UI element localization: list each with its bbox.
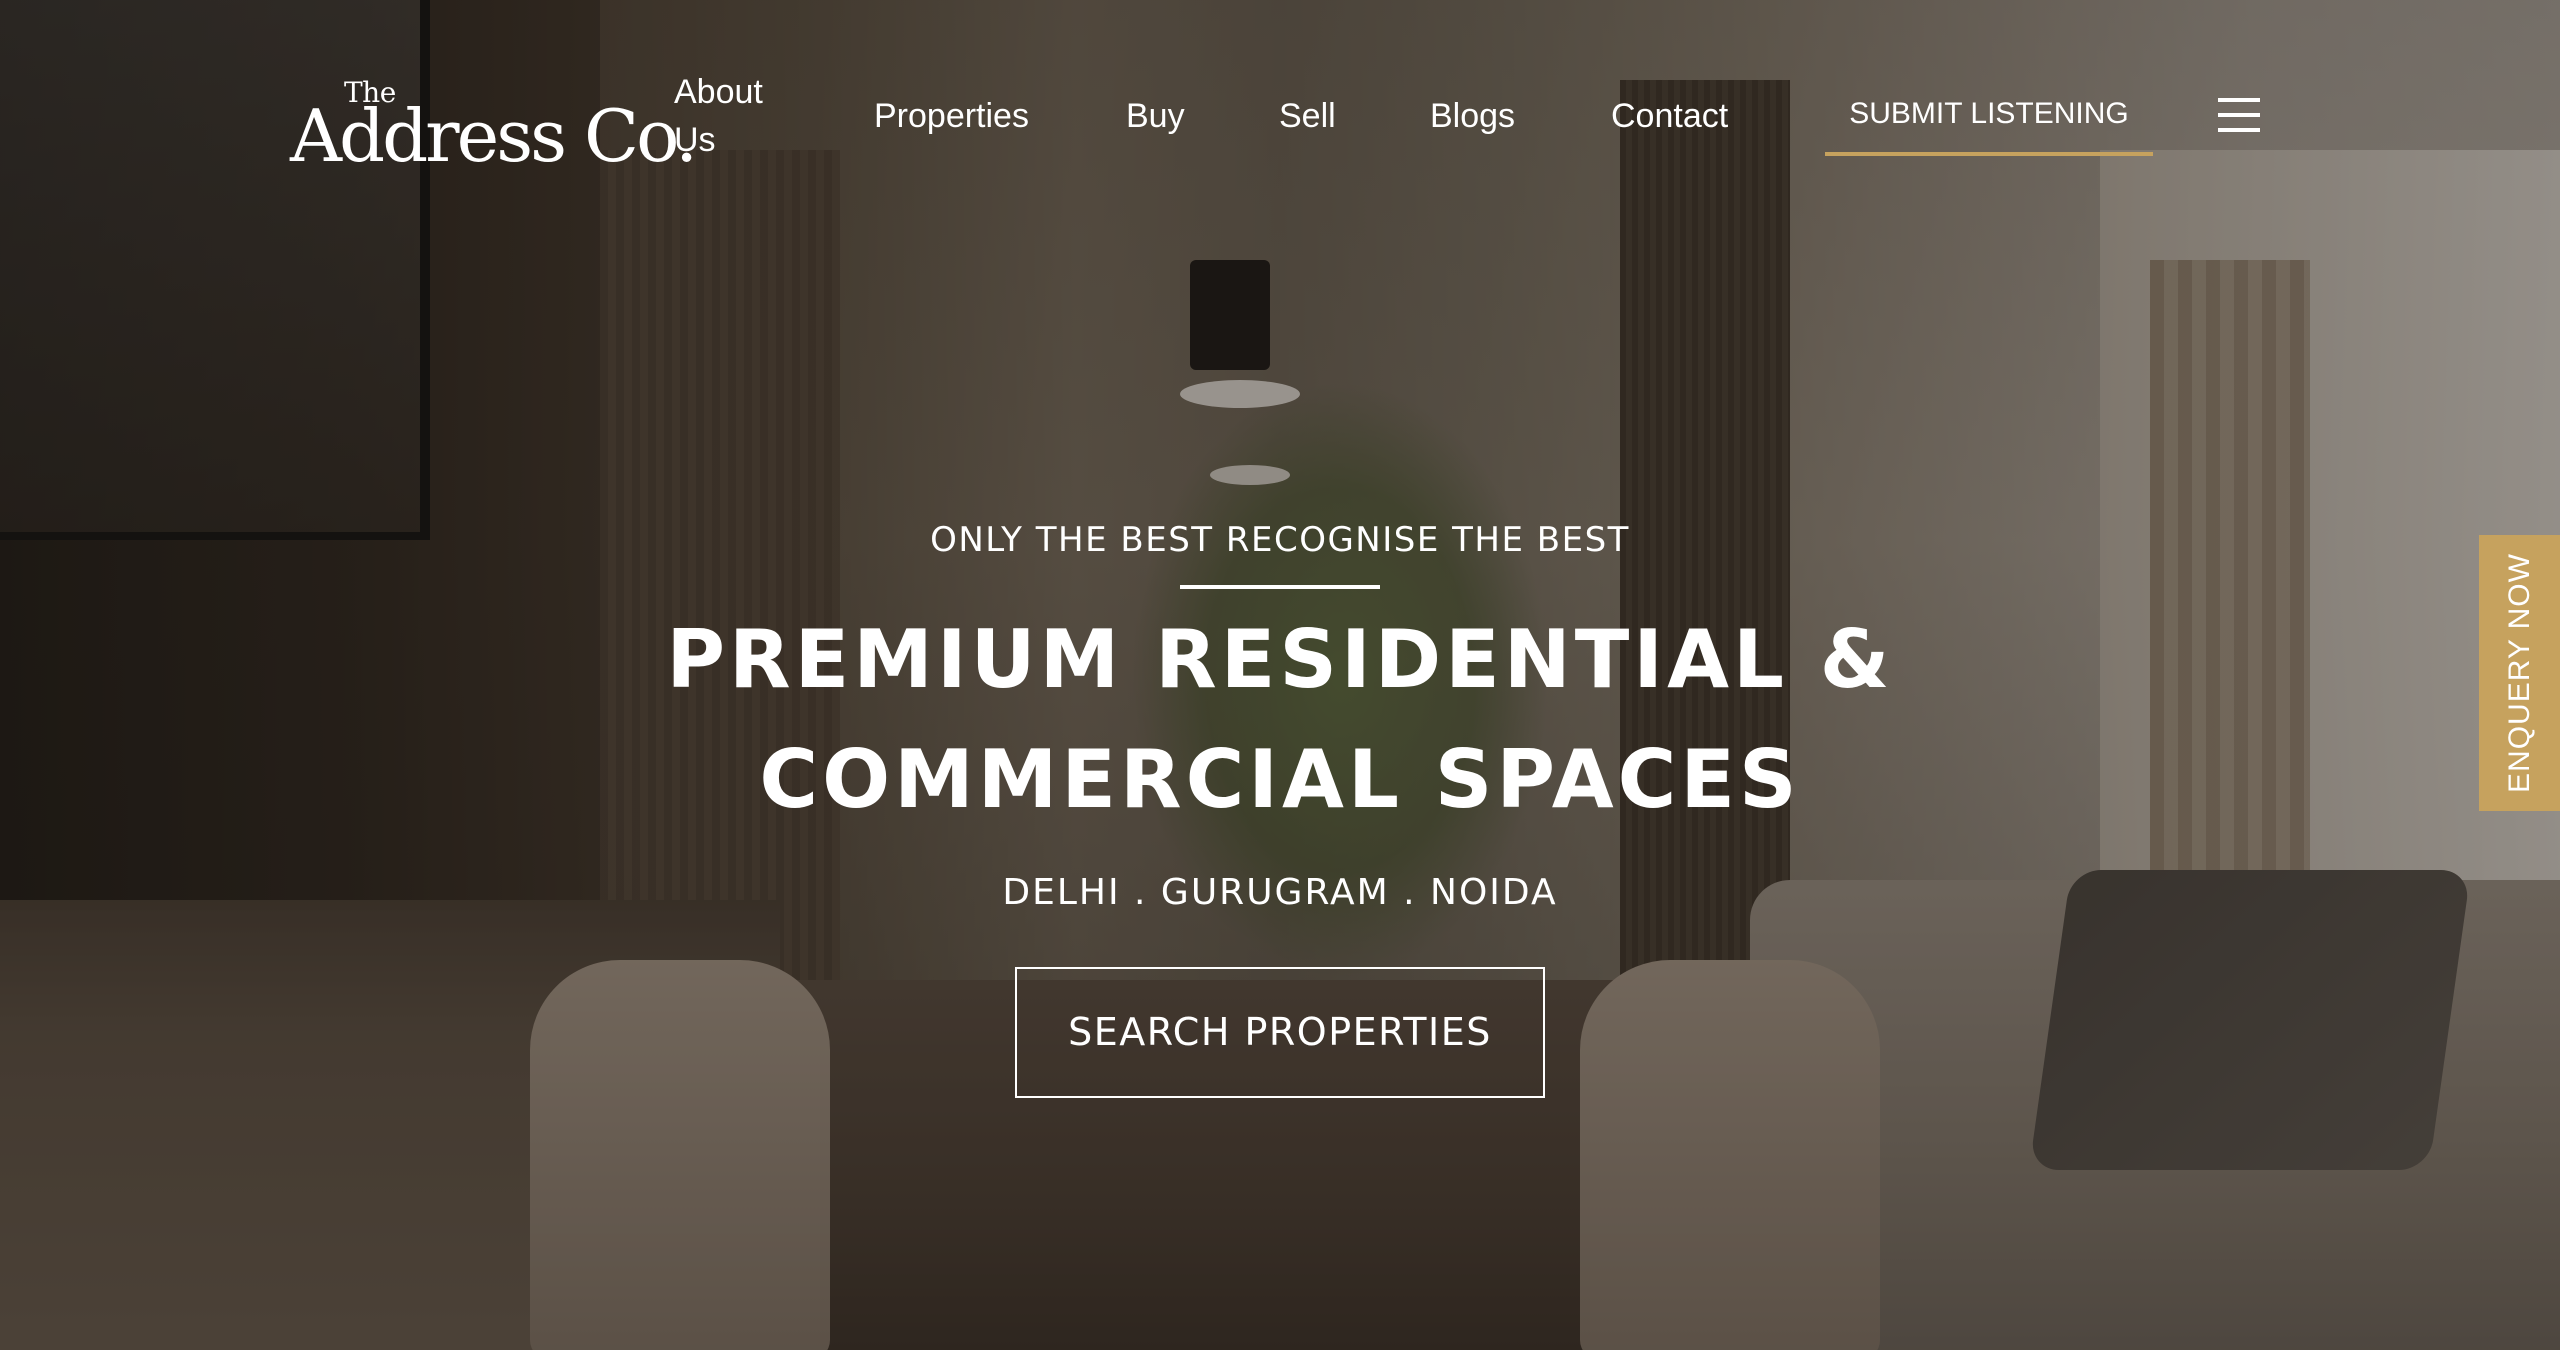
nav-link-contact[interactable]: Contact — [1611, 92, 1728, 140]
enquiry-now-tab[interactable]: ENQUERY NOW — [2479, 535, 2560, 811]
hero-cities: DELHI . GURUGRAM . NOIDA — [1002, 872, 1558, 913]
nav-link-properties[interactable]: Properties — [874, 92, 1029, 140]
enquiry-now-label: ENQUERY NOW — [2502, 553, 2536, 793]
search-properties-button[interactable]: SEARCH PROPERTIES — [1015, 967, 1545, 1098]
submit-listing-button[interactable]: SUBMIT LISTENING — [1825, 84, 2153, 156]
nav-link-sell[interactable]: Sell — [1279, 92, 1336, 140]
tagline-divider — [1180, 585, 1380, 589]
logo-main-text: Address Co. — [290, 94, 698, 178]
menu-bar-top — [2218, 98, 2260, 102]
hero-section: The Address Co. About Us Properties Buy … — [0, 0, 2560, 1350]
nav-link-about-us[interactable]: About Us — [674, 68, 794, 164]
menu-bar-middle — [2218, 113, 2260, 117]
headline-line-2: COMMERCIAL SPACES — [759, 733, 1801, 826]
hamburger-menu-icon[interactable] — [2218, 98, 2260, 132]
hero-tagline: ONLY THE BEST RECOGNISE THE BEST — [930, 520, 1630, 560]
headline-line-1: PREMIUM RESIDENTIAL & — [666, 613, 1894, 706]
site-header: The Address Co. About Us Properties Buy … — [0, 0, 2560, 230]
nav-link-buy[interactable]: Buy — [1126, 92, 1185, 140]
menu-bar-bottom — [2218, 128, 2260, 132]
hero-headline: PREMIUM RESIDENTIAL & COMMERCIAL SPACES — [0, 600, 2560, 840]
nav-link-blogs[interactable]: Blogs — [1430, 92, 1515, 140]
